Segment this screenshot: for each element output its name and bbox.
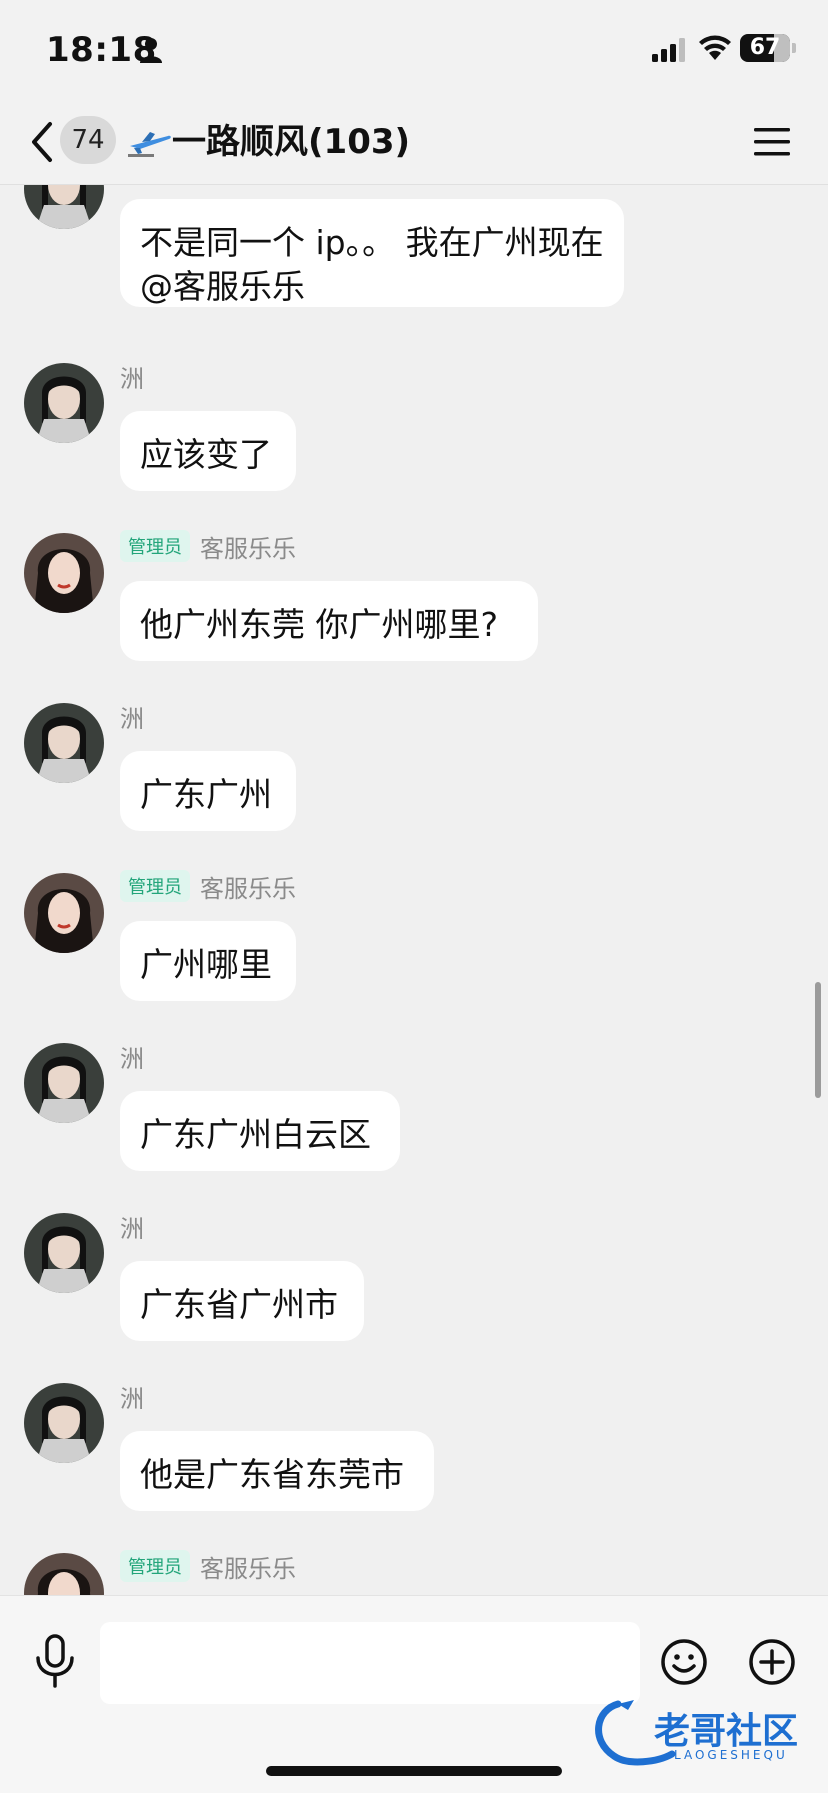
unread-count-badge[interactable]: 74 xyxy=(60,116,116,164)
avatar[interactable] xyxy=(24,1213,104,1293)
sender-row: 洲 xyxy=(120,1379,144,1414)
battery-icon: 67 xyxy=(740,34,790,62)
avatar[interactable] xyxy=(24,703,104,783)
message-bubble[interactable]: 他广州东莞 你广州哪里? xyxy=(120,581,538,661)
watermark-title: 老哥社区 xyxy=(654,1711,799,1752)
sender-name[interactable]: 客服乐乐 xyxy=(200,869,296,904)
plus-circle-icon[interactable] xyxy=(748,1638,796,1686)
group-title[interactable]: 一路顺风(103) xyxy=(172,118,410,166)
person-icon xyxy=(140,38,162,63)
airplane-icon xyxy=(128,132,171,157)
sender-name[interactable]: 洲 xyxy=(120,359,144,394)
admin-badge: 管理员 xyxy=(120,530,190,562)
watermark-logo: 老哥社区 LAOGESHEQU xyxy=(588,1696,812,1770)
sender-row: 管理员 客服乐乐 xyxy=(120,529,296,564)
admin-badge: 管理员 xyxy=(120,1550,190,1582)
sender-name[interactable]: 洲 xyxy=(120,1209,144,1244)
message-list[interactable]: 不是同一个 ip。。 我在广州现在 @客服乐乐 洲 应该变了 管理员 客服乐乐 … xyxy=(0,185,828,1595)
scrollbar[interactable] xyxy=(815,982,821,1098)
message-bubble[interactable]: 他是广东省东莞市 xyxy=(120,1431,434,1511)
avatar[interactable] xyxy=(24,185,104,229)
message-bubble[interactable]: 广东省广州市 xyxy=(120,1261,364,1341)
smiley-icon[interactable] xyxy=(660,1638,708,1686)
sender-row: 洲 xyxy=(120,359,144,394)
avatar[interactable] xyxy=(24,1553,104,1595)
avatar[interactable] xyxy=(24,363,104,443)
sender-name[interactable]: 洲 xyxy=(120,1379,144,1414)
message-input[interactable] xyxy=(100,1622,640,1704)
hamburger-menu-icon[interactable] xyxy=(752,124,792,160)
sender-row: 管理员 客服乐乐 xyxy=(120,869,296,904)
sender-row: 洲 xyxy=(120,1039,144,1074)
chevron-left-icon[interactable] xyxy=(26,120,56,164)
sender-name[interactable]: 客服乐乐 xyxy=(200,1549,296,1584)
message-bubble[interactable]: 广州哪里 xyxy=(120,921,296,1001)
avatar[interactable] xyxy=(24,873,104,953)
cellular-signal-icon xyxy=(652,38,685,62)
microphone-icon[interactable] xyxy=(32,1634,78,1688)
avatar[interactable] xyxy=(24,533,104,613)
sender-row: 洲 xyxy=(120,699,144,734)
chat-header: 74 一路顺风(103) xyxy=(0,100,828,185)
sender-row: 洲 xyxy=(120,1209,144,1244)
watermark-subtitle: LAOGESHEQU xyxy=(674,1748,788,1762)
battery-level: 67 xyxy=(749,35,781,60)
sender-name[interactable]: 洲 xyxy=(120,1039,144,1074)
home-indicator[interactable] xyxy=(266,1766,562,1776)
message-bubble[interactable]: 不是同一个 ip。。 我在广州现在 @客服乐乐 xyxy=(120,199,624,307)
avatar[interactable] xyxy=(24,1043,104,1123)
battery-tip xyxy=(792,43,796,53)
admin-badge: 管理员 xyxy=(120,870,190,902)
avatar[interactable] xyxy=(24,1383,104,1463)
wifi-icon xyxy=(699,35,731,60)
sender-row: 管理员 客服乐乐 xyxy=(120,1549,296,1584)
input-bar: 老哥社区 LAOGESHEQU xyxy=(0,1595,828,1793)
sender-name[interactable]: 客服乐乐 xyxy=(200,529,296,564)
message-bubble[interactable]: 广东广州白云区 xyxy=(120,1091,400,1171)
message-bubble[interactable]: 应该变了 xyxy=(120,411,296,491)
message-bubble[interactable]: 广东广州 xyxy=(120,751,296,831)
status-bar: 18:18 67 xyxy=(0,0,828,100)
sender-name[interactable]: 洲 xyxy=(120,699,144,734)
